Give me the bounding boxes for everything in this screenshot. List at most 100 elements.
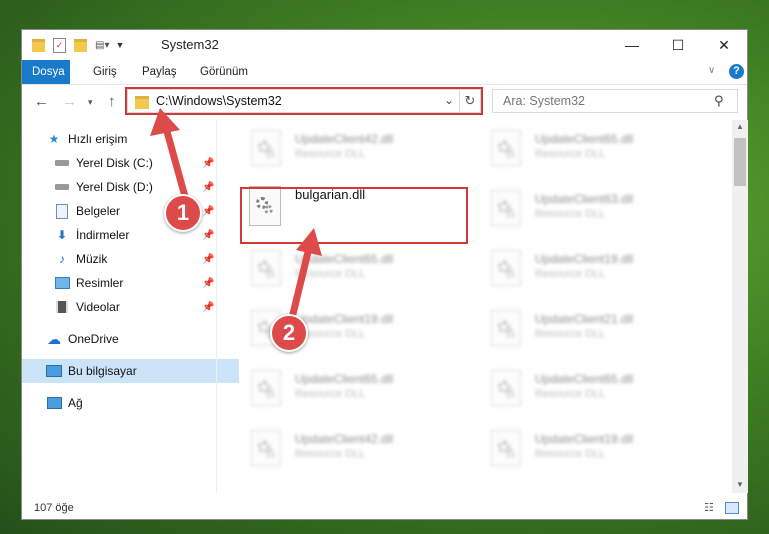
ribbon: Dosya Giriş Paylaş Görünüm ∨ ? bbox=[22, 60, 747, 85]
file-type: Resource DLL bbox=[535, 208, 606, 220]
file-type: Resource DLL bbox=[535, 148, 606, 160]
file-item[interactable]: UpdateClient65.dll Resource DLL bbox=[467, 124, 687, 174]
tab-paylas[interactable]: Paylaş bbox=[132, 60, 187, 84]
customize-icon[interactable]: ▤▾ bbox=[95, 40, 109, 51]
file-name: UpdateClient19.dll bbox=[535, 432, 634, 446]
pin-icon[interactable]: 📌 bbox=[202, 158, 214, 169]
sidebar-item-label: İndirmeler bbox=[76, 228, 130, 242]
sidebar-item-label: Resimler bbox=[76, 276, 124, 290]
large-icons-view-icon[interactable] bbox=[725, 502, 739, 514]
file-type: Resource DLL bbox=[295, 148, 366, 160]
expand-ribbon-icon[interactable]: ∨ bbox=[708, 65, 715, 76]
recent-locations-icon[interactable]: ▾ bbox=[88, 97, 93, 108]
file-item[interactable]: UpdateClient65.dll Resource DLL bbox=[467, 364, 687, 414]
window-title: System32 bbox=[161, 37, 219, 52]
network-icon bbox=[46, 395, 62, 411]
dll-file-icon bbox=[491, 310, 521, 346]
tab-gorunum[interactable]: Görünüm bbox=[190, 60, 258, 84]
music-icon: ♪ bbox=[59, 252, 65, 266]
status-bar: 107 öğe ☷ bbox=[22, 497, 747, 519]
file-name: UpdateClient65.dll bbox=[295, 372, 394, 386]
sidebar-item-videos[interactable]: Videolar 📌 bbox=[22, 295, 247, 319]
sidebar-item-label: Hızlı erişim bbox=[68, 132, 128, 146]
sidebar-item-label: Bu bilgisayar bbox=[68, 364, 137, 378]
download-icon: ⬇ bbox=[56, 228, 68, 242]
scroll-down-icon[interactable]: ▼ bbox=[736, 480, 744, 489]
sidebar-item-this-pc[interactable]: Bu bilgisayar bbox=[22, 359, 239, 383]
sidebar-item-onedrive[interactable]: ☁ OneDrive bbox=[22, 327, 239, 351]
sidebar-item-pictures[interactable]: Resimler 📌 bbox=[22, 271, 247, 295]
pin-icon[interactable]: 📌 bbox=[202, 182, 214, 193]
file-item[interactable]: UpdateClient19.dll Resource DLL bbox=[467, 424, 687, 474]
tab-dosya[interactable]: Dosya bbox=[22, 60, 70, 84]
file-type: Resource DLL bbox=[295, 388, 366, 400]
file-name: UpdateClient65.dll bbox=[295, 252, 394, 266]
sidebar-item-network[interactable]: Ağ bbox=[22, 391, 239, 415]
title-bar: ✓ ▤▾ ▼ System32 — ☐ ✕ bbox=[22, 30, 747, 60]
pin-icon[interactable]: 📌 bbox=[202, 278, 214, 289]
new-folder-icon[interactable] bbox=[74, 38, 87, 52]
file-name: UpdateClient65.dll bbox=[535, 372, 634, 386]
details-view-icon[interactable]: ☷ bbox=[704, 501, 714, 514]
dll-file-icon bbox=[491, 430, 521, 466]
file-name: UpdateClient19.dll bbox=[535, 252, 634, 266]
scroll-up-icon[interactable]: ▲ bbox=[736, 122, 744, 131]
tab-giris[interactable]: Giriş bbox=[83, 60, 127, 84]
sidebar-item-local-disk-d[interactable]: Yerel Disk (D:) 📌 bbox=[22, 175, 247, 199]
file-item[interactable]: UpdateClient65.dll Resource DLL bbox=[227, 364, 447, 414]
dll-file-icon bbox=[251, 370, 281, 406]
step-badge-2: 2 bbox=[270, 314, 308, 352]
file-name: UpdateClient65.dll bbox=[535, 132, 634, 146]
file-item[interactable]: UpdateClient42.dll Resource DLL bbox=[227, 424, 447, 474]
help-icon[interactable]: ? bbox=[729, 64, 744, 79]
folder-icon[interactable] bbox=[32, 38, 45, 52]
dll-file-icon bbox=[491, 250, 521, 286]
back-arrow-icon[interactable]: ← bbox=[34, 93, 49, 110]
scrollbar-thumb[interactable] bbox=[734, 138, 746, 186]
forward-arrow-icon[interactable]: → bbox=[62, 93, 77, 110]
file-item[interactable]: UpdateClient42.dll Resource DLL bbox=[227, 124, 447, 174]
minimize-button[interactable]: — bbox=[609, 30, 655, 60]
file-item[interactable]: UpdateClient63.dll Resource DLL bbox=[467, 184, 687, 234]
sidebar-item-downloads[interactable]: ⬇ İndirmeler 📌 bbox=[22, 223, 247, 247]
pictures-icon bbox=[54, 275, 70, 291]
file-type: Resource DLL bbox=[295, 448, 366, 460]
dll-file-icon bbox=[491, 130, 521, 166]
cloud-icon: ☁ bbox=[47, 330, 61, 347]
file-item[interactable]: UpdateClient65.dll Resource DLL bbox=[227, 244, 447, 294]
pin-icon[interactable]: 📌 bbox=[202, 302, 214, 313]
file-type: Resource DLL bbox=[535, 268, 606, 280]
file-type: Resource DLL bbox=[535, 448, 606, 460]
up-arrow-icon[interactable]: ↑ bbox=[108, 93, 116, 110]
sidebar-item-music[interactable]: ♪ Müzik 📌 bbox=[22, 247, 247, 271]
pin-icon[interactable]: 📌 bbox=[202, 206, 214, 217]
file-item[interactable]: UpdateClient19.dll Resource DLL bbox=[467, 244, 687, 294]
file-name: UpdateClient63.dll bbox=[535, 192, 634, 206]
star-icon: ★ bbox=[48, 132, 60, 146]
vertical-scrollbar[interactable]: ▲ ▼ bbox=[732, 120, 748, 493]
computer-icon bbox=[46, 363, 62, 379]
file-name: UpdateClient42.dll bbox=[295, 432, 394, 446]
file-item[interactable]: UpdateClient19.dll Resource DLL bbox=[227, 304, 447, 354]
maximize-button[interactable]: ☐ bbox=[655, 30, 701, 60]
drive-icon bbox=[54, 155, 70, 171]
file-highlight bbox=[240, 187, 468, 244]
file-name: UpdateClient19.dll bbox=[295, 312, 394, 326]
address-bar-highlight bbox=[125, 87, 483, 115]
sidebar-item-quick-access[interactable]: ★ Hızlı erişim bbox=[22, 127, 239, 151]
properties-icon[interactable]: ✓ bbox=[53, 37, 66, 53]
pin-icon[interactable]: 📌 bbox=[202, 230, 214, 241]
close-button[interactable]: ✕ bbox=[701, 30, 747, 60]
sidebar-item-documents[interactable]: Belgeler 📌 bbox=[22, 199, 247, 223]
sidebar-item-local-disk-c[interactable]: Yerel Disk (C:) 📌 bbox=[22, 151, 247, 175]
dll-file-icon bbox=[251, 430, 281, 466]
search-icon[interactable]: ⚲ bbox=[714, 93, 724, 109]
item-count: 107 öğe bbox=[34, 502, 74, 514]
chevron-down-icon[interactable]: ▼ bbox=[115, 40, 124, 50]
pin-icon[interactable]: 📌 bbox=[202, 254, 214, 265]
file-list: UpdateClient42.dll Resource DLL UpdateCl… bbox=[217, 120, 732, 493]
file-type: Resource DLL bbox=[535, 388, 606, 400]
search-input[interactable] bbox=[492, 89, 738, 113]
file-item[interactable]: UpdateClient21.dll Resource DLL bbox=[467, 304, 687, 354]
videos-icon bbox=[54, 299, 70, 315]
